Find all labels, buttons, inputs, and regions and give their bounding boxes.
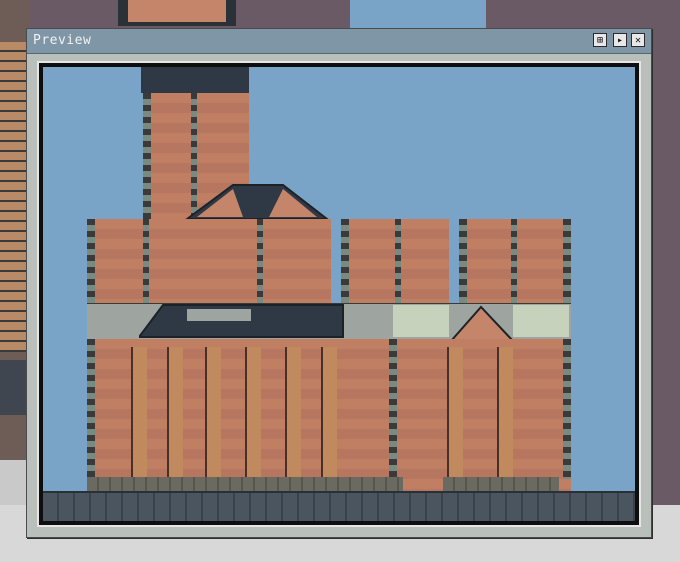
lower-edge-2: [389, 339, 397, 479]
upper-edge-5: [395, 219, 401, 303]
pillar: [247, 347, 261, 477]
background-roof-inner: [128, 0, 226, 22]
band-panel-2: [513, 305, 569, 337]
foundation-left: [87, 477, 403, 491]
upper-edge-3: [257, 219, 263, 303]
roof-gable: [183, 184, 330, 220]
background-tile: [350, 0, 486, 28]
background-brick-strip: [0, 42, 28, 352]
fit-icon: ⊞: [596, 35, 604, 46]
upper-block-left: [87, 219, 331, 303]
ground-stones: [43, 491, 635, 521]
pillar: [207, 347, 221, 477]
band-panel-1: [393, 305, 449, 337]
pillar-outline: [497, 347, 499, 487]
pillar: [287, 347, 301, 477]
pillar-outline: [447, 347, 449, 487]
lower-edge-3: [563, 339, 571, 479]
pillar-outline: [205, 347, 207, 477]
tower-roof: [141, 67, 249, 93]
band-roof-slab: [139, 304, 344, 338]
pillar-outline: [285, 347, 287, 477]
pillar: [133, 347, 147, 477]
upper-edge-7: [511, 219, 517, 303]
play-icon: ▸: [616, 35, 624, 46]
lower-edge-1: [87, 339, 95, 479]
window-titlebar[interactable]: Preview ⊞ ▸ ✕: [27, 29, 651, 54]
pillar-outline: [167, 347, 169, 477]
upper-edge-4: [341, 219, 349, 303]
pillar: [323, 347, 337, 477]
pillar: [449, 347, 463, 487]
close-button[interactable]: ✕: [631, 33, 645, 47]
preview-frame: [37, 61, 641, 527]
preview-canvas[interactable]: [43, 67, 635, 521]
foundation-right: [443, 477, 559, 491]
pillar: [169, 347, 183, 477]
play-button[interactable]: ▸: [613, 33, 627, 47]
upper-edge-2: [143, 219, 149, 303]
pillar-outline: [321, 347, 323, 477]
pillar: [499, 347, 513, 487]
window-title: Preview: [33, 33, 92, 48]
upper-edge-6: [459, 219, 467, 303]
close-icon: ✕: [634, 35, 642, 46]
band-gable: [449, 305, 515, 342]
tower-edge-left: [143, 93, 151, 223]
preview-window: Preview ⊞ ▸ ✕: [26, 28, 652, 538]
background-stone: [0, 360, 28, 415]
pillar-outline: [131, 347, 133, 477]
upper-edge-8: [563, 219, 571, 303]
pillar-outline: [245, 347, 247, 477]
upper-edge-1: [87, 219, 95, 303]
fit-button[interactable]: ⊞: [593, 33, 607, 47]
